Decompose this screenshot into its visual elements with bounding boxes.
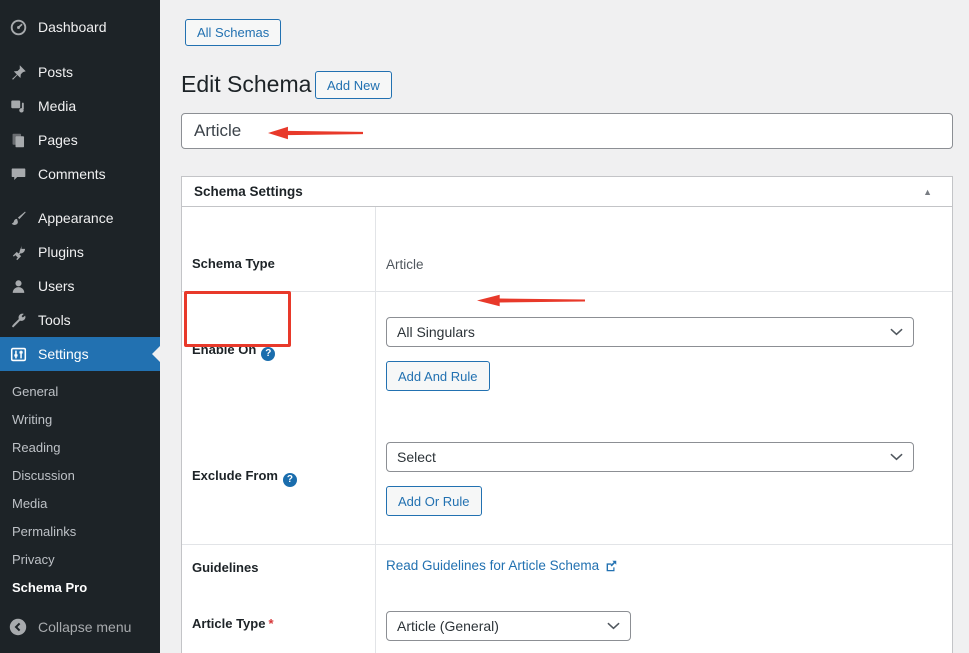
admin-sidebar: Dashboard Posts Media Pages xyxy=(0,0,160,653)
submenu-item-permalinks[interactable]: Permalinks xyxy=(0,518,160,546)
wordpress-admin-screen: Dashboard Posts Media Pages xyxy=(0,0,969,653)
exclude-from-select-value: Select xyxy=(397,449,436,465)
submenu-item-general[interactable]: General xyxy=(0,378,160,406)
help-icon[interactable]: ? xyxy=(283,473,297,487)
exclude-from-label: Exclude From? xyxy=(192,468,297,487)
sidebar-item-label: Pages xyxy=(38,132,78,148)
enable-on-select-value: All Singulars xyxy=(397,324,475,340)
submenu-item-privacy[interactable]: Privacy xyxy=(0,546,160,574)
sidebar-item-posts[interactable]: Posts xyxy=(0,55,160,89)
sidebar-item-users[interactable]: Users xyxy=(0,269,160,303)
sidebar-item-plugins[interactable]: Plugins xyxy=(0,235,160,269)
collapse-menu-label: Collapse menu xyxy=(38,619,131,635)
sidebar-item-label: Users xyxy=(38,278,75,294)
dashboard-icon xyxy=(8,17,28,37)
chevron-down-icon xyxy=(890,328,903,336)
enable-on-label: Enable On? xyxy=(192,342,275,361)
sidebar-item-appearance[interactable]: Appearance xyxy=(0,201,160,235)
column-divider xyxy=(375,207,376,653)
external-link-icon xyxy=(604,559,618,573)
all-schemas-button[interactable]: All Schemas xyxy=(185,19,281,46)
schema-type-value: Article xyxy=(386,257,424,272)
sidebar-item-tools[interactable]: Tools xyxy=(0,303,160,337)
exclude-from-label-text: Exclude From xyxy=(192,468,278,483)
chevron-down-icon xyxy=(607,622,620,630)
sidebar-item-label: Settings xyxy=(38,346,89,362)
media-icon xyxy=(8,96,28,116)
article-type-label-text: Article Type xyxy=(192,616,265,631)
sidebar-item-comments[interactable]: Comments xyxy=(0,157,160,191)
paintbrush-icon xyxy=(8,208,28,228)
schema-settings-header[interactable]: Schema Settings ▲ xyxy=(182,177,952,207)
plug-icon xyxy=(8,242,28,262)
guidelines-label: Guidelines xyxy=(192,560,258,575)
pages-icon xyxy=(8,130,28,150)
sidebar-item-label: Dashboard xyxy=(38,19,107,35)
sidebar-item-media[interactable]: Media xyxy=(0,89,160,123)
guidelines-link-text: Read Guidelines for Article Schema xyxy=(386,558,599,573)
required-asterisk: * xyxy=(268,616,273,631)
wrench-icon xyxy=(8,310,28,330)
add-and-rule-button[interactable]: Add And Rule xyxy=(386,361,490,391)
schema-type-label: Schema Type xyxy=(192,256,275,271)
enable-on-select[interactable]: All Singulars xyxy=(386,317,914,347)
submenu-item-schema-pro[interactable]: Schema Pro xyxy=(0,574,160,602)
sidebar-item-label: Plugins xyxy=(38,244,84,260)
exclude-from-select[interactable]: Select xyxy=(386,442,914,472)
settings-sliders-icon xyxy=(8,344,28,364)
row-divider xyxy=(182,544,952,545)
settings-submenu: General Writing Reading Discussion Media… xyxy=(0,371,160,610)
sidebar-item-label: Media xyxy=(38,98,76,114)
article-type-select[interactable]: Article (General) xyxy=(386,611,631,641)
guidelines-link[interactable]: Read Guidelines for Article Schema xyxy=(386,558,618,573)
sidebar-item-pages[interactable]: Pages xyxy=(0,123,160,157)
submenu-item-writing[interactable]: Writing xyxy=(0,406,160,434)
submenu-item-discussion[interactable]: Discussion xyxy=(0,462,160,490)
page-title: Edit Schema xyxy=(181,70,311,99)
main-content: All Schemas Edit Schema Add New Schema S… xyxy=(160,0,969,653)
submenu-item-media[interactable]: Media xyxy=(0,490,160,518)
help-icon[interactable]: ? xyxy=(261,347,275,361)
chevron-down-icon xyxy=(890,453,903,461)
sidebar-item-label: Appearance xyxy=(38,210,114,226)
sidebar-item-label: Posts xyxy=(38,64,73,80)
pushpin-icon xyxy=(8,62,28,82)
user-icon xyxy=(8,276,28,296)
enable-on-label-text: Enable On xyxy=(192,342,256,357)
article-type-label: Article Type* xyxy=(192,616,274,631)
article-type-select-value: Article (General) xyxy=(397,618,499,634)
sidebar-item-settings[interactable]: Settings xyxy=(0,337,160,371)
sidebar-item-dashboard[interactable]: Dashboard xyxy=(0,10,160,44)
comment-bubble-icon xyxy=(8,164,28,184)
collapse-arrow-icon xyxy=(8,617,28,637)
panel-title: Schema Settings xyxy=(194,184,303,199)
collapse-panel-icon[interactable]: ▲ xyxy=(923,177,932,207)
collapse-menu-button[interactable]: Collapse menu xyxy=(0,607,160,647)
row-divider xyxy=(182,291,952,292)
sidebar-item-label: Tools xyxy=(38,312,71,328)
submenu-item-reading[interactable]: Reading xyxy=(0,434,160,462)
schema-settings-panel: Schema Settings ▲ Schema Type Article En… xyxy=(181,176,953,653)
add-new-button[interactable]: Add New xyxy=(315,71,392,99)
sidebar-item-label: Comments xyxy=(38,166,106,182)
schema-name-input[interactable] xyxy=(181,113,953,149)
schema-settings-body: Schema Type Article Enable On? All Singu… xyxy=(182,207,952,653)
menu-separator xyxy=(0,191,160,201)
menu-separator xyxy=(0,44,160,55)
add-or-rule-button[interactable]: Add Or Rule xyxy=(386,486,482,516)
admin-menu: Dashboard Posts Media Pages xyxy=(0,0,160,371)
